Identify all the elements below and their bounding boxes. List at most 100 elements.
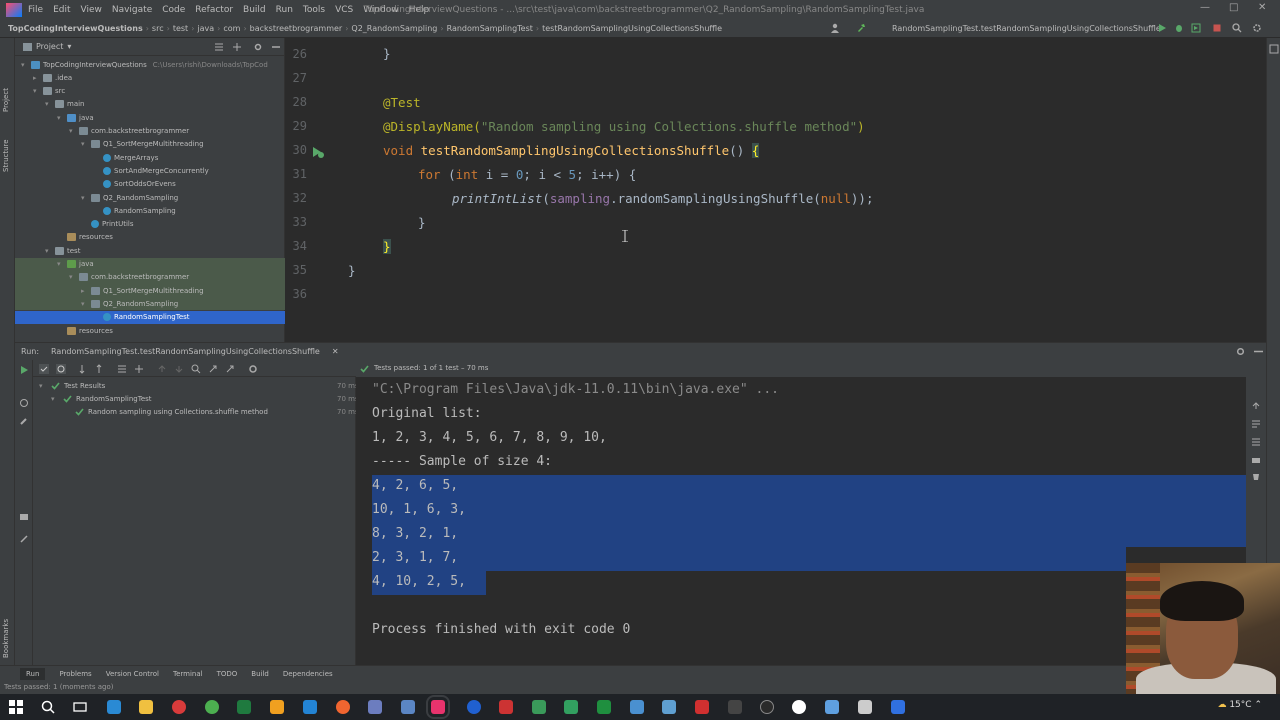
collapse-all-icon[interactable]	[233, 43, 241, 51]
project-tree-item[interactable]: ▾ com.backstreetbrogrammer	[15, 270, 285, 284]
run-configuration-select[interactable]: RandomSamplingTest.testRandomSamplingUsi…	[892, 24, 1161, 33]
tab-dependencies[interactable]: Dependencies	[283, 670, 333, 678]
history-icon[interactable]	[225, 364, 235, 374]
project-tree-item[interactable]: resources	[15, 231, 285, 244]
menu-build[interactable]: Build	[243, 5, 266, 15]
hammer-icon[interactable]	[856, 23, 866, 33]
breadcrumb-project[interactable]: TopCodingInterviewQuestions	[8, 24, 143, 33]
close-icon[interactable]: ✕	[1258, 2, 1266, 13]
code-editor[interactable]: 26 27 28 29 30 31 32 33 34 35 36 } @Test @DisplayN…	[285, 38, 1266, 342]
breadcrumb-test[interactable]: test	[173, 24, 188, 33]
test-results-root[interactable]: ▾ Test Results 70 ms	[33, 379, 359, 392]
github-app-icon[interactable]	[760, 700, 774, 714]
app-icon[interactable]	[630, 700, 644, 714]
collapse-all-icon[interactable]	[134, 364, 144, 374]
test-class-row[interactable]: ▾ RandomSamplingTest 70 ms	[33, 392, 359, 405]
tab-terminal[interactable]: Terminal	[173, 670, 203, 678]
menu-edit[interactable]: Edit	[53, 5, 70, 15]
project-tree-item[interactable]: RandomSamplingTest	[15, 310, 285, 324]
app-icon[interactable]	[891, 700, 905, 714]
sort-alpha-icon[interactable]	[79, 364, 89, 374]
menu-navigate[interactable]: Navigate	[112, 5, 152, 15]
print-icon[interactable]	[1251, 455, 1261, 465]
opera-app-icon[interactable]	[172, 700, 186, 714]
project-tree-item[interactable]: ▾ test	[15, 244, 285, 257]
show-ignored-icon[interactable]	[56, 364, 66, 374]
edge-app-icon[interactable]	[107, 700, 121, 714]
project-tree-item[interactable]: ▾ Q2_RandomSampling	[15, 191, 285, 204]
menu-vcs[interactable]: VCS	[335, 5, 353, 15]
next-icon[interactable]	[174, 364, 184, 374]
search-icon[interactable]	[1232, 23, 1242, 33]
app-icon[interactable]	[499, 700, 513, 714]
pin-icon[interactable]	[19, 534, 29, 544]
sort-duration-icon[interactable]	[96, 364, 106, 374]
project-tree-item[interactable]: ▸ .idea	[15, 71, 285, 84]
tab-version-control[interactable]: Version Control	[106, 670, 159, 678]
app-icon[interactable]	[662, 700, 676, 714]
debug-icon[interactable]	[1174, 23, 1184, 33]
project-tree-item[interactable]: PrintUtils	[15, 218, 285, 231]
project-tree-item[interactable]: ▾ java	[15, 257, 285, 271]
app-icon[interactable]	[368, 700, 382, 714]
breadcrumb-package[interactable]: backstreetbrogrammer	[250, 24, 343, 33]
show-passed-icon[interactable]	[39, 364, 49, 374]
postman-app-icon[interactable]	[336, 700, 350, 714]
scroll-to-end-icon[interactable]	[1251, 437, 1261, 447]
excel-app-icon[interactable]	[237, 700, 251, 714]
maven-icon[interactable]	[1269, 44, 1279, 54]
search-icon[interactable]	[191, 364, 201, 374]
project-panel-title[interactable]: Project	[36, 42, 63, 51]
run-icon[interactable]	[1157, 23, 1167, 33]
app-icon[interactable]	[597, 700, 611, 714]
chevron-up-icon[interactable]: ⌃	[1254, 700, 1262, 710]
project-tree-item[interactable]: ▾ src	[15, 85, 285, 98]
app-icon[interactable]	[695, 700, 709, 714]
app-icon[interactable]	[858, 700, 872, 714]
app-icon[interactable]	[825, 700, 839, 714]
temperature-text[interactable]: 15°C	[1229, 700, 1251, 710]
project-tree-item[interactable]: ▾ main	[15, 98, 285, 111]
coverage-icon[interactable]	[1191, 23, 1201, 33]
hide-panel-icon[interactable]	[272, 43, 280, 51]
vscode-app-icon[interactable]	[303, 700, 317, 714]
menu-tools[interactable]: Tools	[303, 5, 325, 15]
test-method-row[interactable]: Random sampling using Collections.shuffl…	[33, 405, 359, 418]
app-icon[interactable]	[401, 700, 415, 714]
project-tree-item[interactable]: ▾ com.backstreetbrogrammer	[15, 125, 285, 138]
project-tree-item[interactable]: SortOddsOrEvens	[15, 178, 285, 191]
project-tree-item[interactable]: ▾ Q2_RandomSampling	[15, 297, 285, 311]
project-tree-item[interactable]: ▾ java	[15, 111, 285, 124]
sublime-app-icon[interactable]	[270, 700, 284, 714]
settings-icon[interactable]	[248, 364, 258, 374]
windows-start-icon[interactable]	[9, 700, 23, 714]
project-tree-item[interactable]: resources	[15, 324, 285, 337]
chrome-app-icon[interactable]	[205, 700, 219, 714]
scroll-up-icon[interactable]	[1251, 401, 1261, 411]
user-icon[interactable]	[830, 23, 840, 33]
bookmarks-tool-tab[interactable]: Bookmarks	[2, 619, 10, 658]
tab-build[interactable]: Build	[251, 670, 269, 678]
menu-file[interactable]: File	[28, 5, 43, 15]
stop-icon[interactable]	[1212, 23, 1222, 33]
gear-icon[interactable]	[254, 43, 262, 51]
project-tree-item[interactable]: ▾ TopCodingInterviewQuestions C:\Users\ris…	[15, 58, 285, 71]
trash-icon[interactable]	[1251, 471, 1261, 481]
layout-icon[interactable]	[19, 512, 29, 522]
menu-view[interactable]: View	[81, 5, 102, 15]
tab-problems[interactable]: Problems	[59, 670, 91, 678]
app-icon[interactable]	[467, 700, 481, 714]
breadcrumb-com[interactable]: com	[223, 24, 240, 33]
project-tool-tab[interactable]: Project	[2, 88, 10, 112]
app-icon[interactable]	[792, 700, 806, 714]
intellij-app-icon[interactable]	[426, 695, 450, 719]
tab-todo[interactable]: TODO	[217, 670, 238, 678]
project-tree-item[interactable]: ▾ Q1_SortMergeMultithreading	[15, 138, 285, 151]
expand-all-icon[interactable]	[215, 43, 223, 51]
project-tree-item[interactable]: RandomSampling	[15, 204, 285, 217]
expand-all-icon[interactable]	[117, 364, 127, 374]
tab-run[interactable]: Run	[20, 667, 46, 680]
project-tree-item[interactable]: MergeArrays	[15, 151, 285, 164]
terminal-app-icon[interactable]	[728, 700, 742, 714]
maximize-icon[interactable]: □	[1229, 2, 1238, 13]
